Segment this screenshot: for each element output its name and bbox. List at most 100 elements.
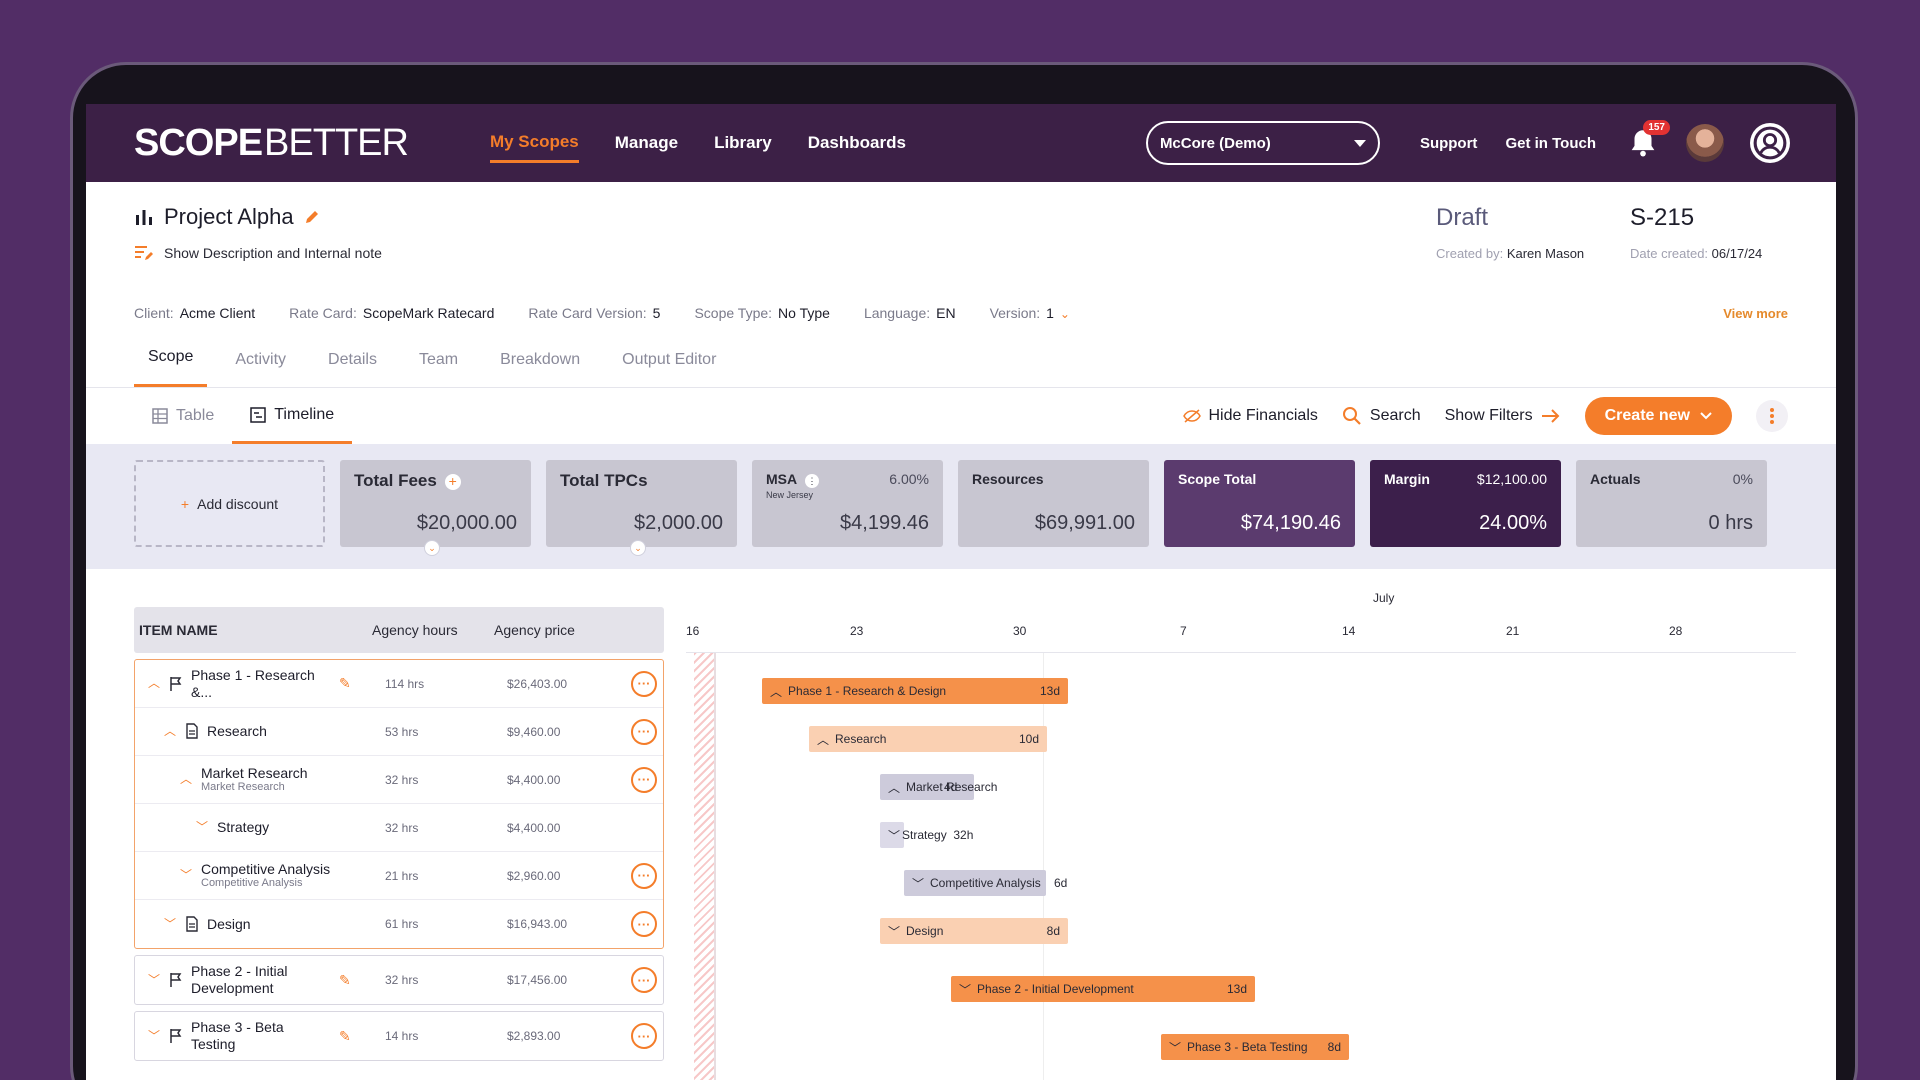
row-menu-button[interactable]: ··· [631,718,657,745]
total-fees-card[interactable]: Total Fees + $20,000.00 ⌄ [340,460,531,556]
add-discount-card[interactable]: + Add discount [134,460,325,547]
row-menu-button[interactable]: ··· [631,1023,657,1049]
support-link[interactable]: Support [1420,135,1478,152]
gantt-bar[interactable]: ﹀ Phase 3 - Beta Testing 8d [1161,1034,1349,1060]
notification-bell[interactable]: 157 [1626,120,1670,160]
chevron-up-icon[interactable]: ︿ [888,779,900,796]
nav-my-scopes[interactable]: My Scopes [489,124,579,163]
nav-manage[interactable]: Manage [615,125,678,161]
table-row[interactable]: ﹀ Phase 2 - Initial Development ✎ 32 hrs… [135,956,663,1004]
chevron-down-icon[interactable]: ﹀ [179,868,193,882]
chevron-down-icon[interactable]: ﹀ [888,923,900,940]
view-more-link[interactable]: View more [1723,306,1788,321]
margin-card[interactable]: Margin $12,100.00 24.00% [1370,460,1561,547]
chevron-up-icon[interactable]: ︿ [163,724,177,738]
more-options-button[interactable] [1756,400,1788,432]
chevron-down-icon [1700,412,1712,420]
margin-amount: $12,100.00 [1476,471,1547,487]
edit-pencil-icon[interactable]: ✎ [339,1028,351,1045]
table-row[interactable]: ︿ Phase 1 - Research &... ✎ 114 hrs $26,… [135,660,663,708]
expand-chevron-icon[interactable]: ⌄ [424,540,440,556]
edit-pencil-icon[interactable]: ✎ [339,972,351,989]
chevron-down-icon[interactable]: ﹀ [1169,1039,1181,1056]
nav-dashboards[interactable]: Dashboards [808,125,906,161]
subtab-table[interactable]: Table [134,388,232,444]
get-in-touch-link[interactable]: Get in Touch [1505,135,1596,152]
scope-total-card[interactable]: Scope Total $74,190.46 [1164,460,1355,547]
table-row[interactable]: ﹀ Design 61 hrs $16,943.00 ··· [135,900,663,948]
gantt-bar[interactable]: ﹀ Strategy 32h [880,822,973,848]
gantt-bar-duration: 13d [1226,982,1247,996]
msa-card[interactable]: MSA ⋮ New Jersey 6.00% $4,199.46 [752,460,943,547]
gantt-bar-duration: 6d [1054,876,1068,890]
show-description-link[interactable]: Show Description and Internal note [164,245,382,261]
gantt-bar-label: Design [906,924,944,938]
add-circle-icon[interactable]: + [444,474,461,490]
row-price: $4,400.00 [507,820,561,835]
gantt-bar[interactable]: ︿ Research 10d [809,726,1047,752]
chevron-down-icon[interactable]: ﹀ [959,981,971,998]
chevron-down-icon: ⌄ [1059,307,1070,321]
subtab-timeline[interactable]: Timeline [232,388,353,444]
logo[interactable]: SCOPE BETTER [134,122,409,165]
row-menu-button[interactable]: ··· [631,862,657,889]
tab-output-editor[interactable]: Output Editor [608,351,730,387]
chevron-down-icon[interactable]: ﹀ [147,973,161,987]
chevron-down-icon[interactable]: ﹀ [888,827,900,844]
row-hours: 32 hrs [385,973,419,987]
gantt-bar[interactable]: ﹀ Competitive Analysis 6d [904,870,1067,896]
gantt-bar-duration: 8d [1046,924,1060,938]
table-row[interactable]: ﹀ Phase 3 - Beta Testing ✎ 14 hrs $2,893… [135,1012,663,1060]
row-menu-button[interactable]: ··· [631,911,657,937]
tab-team[interactable]: Team [405,351,472,387]
edit-pencil-icon[interactable] [304,209,320,225]
nav-library[interactable]: Library [714,125,772,161]
chevron-up-icon[interactable]: ︿ [147,676,161,690]
tab-details[interactable]: Details [314,351,391,387]
resources-card[interactable]: Resources $69,991.00 [958,460,1149,547]
gantt-bar[interactable]: ﹀ Phase 2 - Initial Development 13d [951,976,1255,1002]
msa-sublabel: New Jersey [766,490,814,500]
avatar[interactable] [1686,124,1724,162]
row-menu-button[interactable]: ··· [631,766,657,793]
hide-financials-button[interactable]: Hide Financials [1182,407,1318,425]
chevron-down-icon[interactable]: ﹀ [163,917,177,931]
version-value: 1 [1046,305,1054,321]
project-header: Project Alpha Show Description and Inter… [86,182,1836,294]
actuals-card[interactable]: Actuals 0% 0 hrs [1576,460,1767,547]
table-row[interactable]: ︿ Research 53 hrs $9,460.00 ··· [135,708,663,756]
info-icon[interactable]: ⋮ [805,474,820,488]
row-menu-button[interactable]: ··· [631,967,657,993]
gantt-bar[interactable]: ︿ Market Research 4d [880,774,997,800]
phase-group: ﹀ Phase 3 - Beta Testing ✎ 14 hrs $2,893… [134,1011,664,1061]
tab-scope[interactable]: Scope [134,348,208,387]
tab-breakdown[interactable]: Breakdown [486,351,594,387]
table-row[interactable]: ﹀ Strategy 32 hrs $4,400.00 [135,804,663,852]
gantt-bar[interactable]: ﹀ Design 8d [880,918,1068,944]
account-select[interactable]: McCore (Demo) [1145,121,1380,165]
version-select[interactable]: Version: 1 ⌄ [990,305,1072,321]
chevron-down-icon[interactable]: ﹀ [147,1029,161,1043]
table-row[interactable]: ﹀ Competitive Analysis Competitive Analys… [135,852,663,900]
actuals-percent: 0% [1732,471,1753,487]
gantt-bar[interactable]: ︿ Phase 1 - Research & Design 13d [762,678,1068,704]
table-row[interactable]: ︿ Market Research Market Research 32 hrs … [135,756,663,804]
chevron-down-icon[interactable]: ﹀ [912,875,924,892]
search-button[interactable]: Search [1342,406,1421,426]
chevron-up-icon[interactable]: ︿ [817,731,829,748]
expand-chevron-icon[interactable]: ⌄ [630,540,646,556]
row-price: $2,893.00 [507,1029,561,1043]
chevron-up-icon[interactable]: ︿ [179,772,193,786]
row-menu-button[interactable]: ··· [631,670,657,697]
total-tpcs-card[interactable]: Total TPCs $2,000.00 ⌄ [546,460,737,556]
edit-pencil-icon[interactable]: ✎ [339,675,351,692]
tab-activity[interactable]: Activity [221,351,300,387]
phase-group: ﹀ Phase 2 - Initial Development ✎ 32 hrs… [134,955,664,1005]
chevron-down-icon[interactable]: ﹀ [195,820,209,834]
profile-button[interactable] [1750,123,1790,163]
create-new-button[interactable]: Create new [1584,397,1732,435]
show-filters-button[interactable]: Show Filters [1445,407,1561,425]
row-price: $9,460.00 [507,724,561,739]
row-price: $4,400.00 [507,772,561,787]
chevron-up-icon[interactable]: ︿ [770,683,782,700]
